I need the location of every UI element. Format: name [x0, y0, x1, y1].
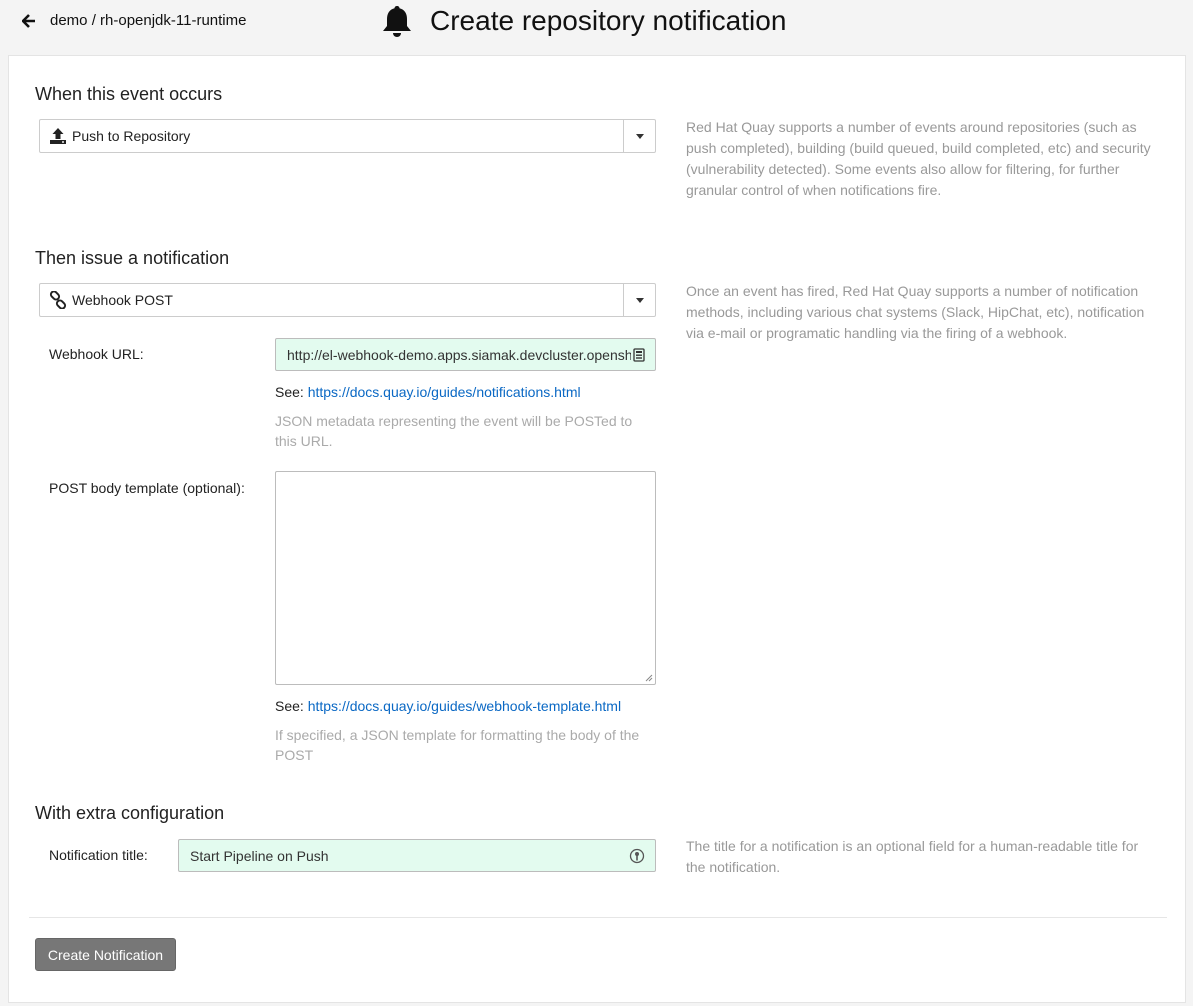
form-divider — [29, 917, 1167, 918]
notification-title-input[interactable]: Start Pipeline on Push — [178, 839, 656, 872]
webhook-hint: JSON metadata representing the event wil… — [275, 413, 633, 449]
method-section-title: Then issue a notification — [35, 248, 230, 268]
body-template-label: POST body template (optional): — [49, 480, 245, 496]
back-link[interactable]: demo / rh-openjdk-11-runtime — [22, 12, 246, 29]
event-help-text: Red Hat Quay supports a number of events… — [686, 119, 1151, 198]
notification-form: When this event occurs Push to Repositor… — [8, 55, 1186, 1003]
create-notification-button[interactable]: Create Notification — [35, 938, 176, 971]
upload-icon — [48, 126, 68, 146]
config-section-title: With extra configuration — [35, 803, 225, 823]
method-select[interactable]: Webhook POST — [39, 283, 656, 317]
body-template-textarea[interactable] — [275, 471, 656, 685]
resize-handle-icon[interactable] — [645, 674, 653, 682]
arrow-left-icon — [22, 13, 35, 28]
method-help-text: Once an event has fired, Red Hat Quay su… — [686, 283, 1145, 341]
webhook-docs-link[interactable]: https://docs.quay.io/guides/notification… — [308, 384, 581, 400]
page-header: demo / rh-openjdk-11-runtime Create repo… — [0, 0, 1193, 48]
template-docs-line: See: https://docs.quay.io/guides/webhook… — [275, 698, 621, 714]
event-select[interactable]: Push to Repository — [39, 119, 656, 153]
see-label: See: — [275, 384, 304, 400]
webhook-url-value: http://el-webhook-demo.apps.siamak.devcl… — [287, 346, 631, 363]
event-section-title: When this event occurs — [35, 84, 223, 104]
notification-title-value: Start Pipeline on Push — [190, 847, 329, 864]
breadcrumb: demo / rh-openjdk-11-runtime — [50, 12, 247, 29]
webhook-docs-line: See: https://docs.quay.io/guides/notific… — [275, 384, 581, 400]
webhook-url-input[interactable]: http://el-webhook-demo.apps.siamak.devcl… — [275, 338, 656, 371]
template-hint: If specified, a JSON template for format… — [275, 727, 640, 763]
event-select-value: Push to Repository — [72, 128, 191, 144]
method-select-value: Webhook POST — [72, 292, 173, 308]
template-docs-link[interactable]: https://docs.quay.io/guides/webhook-temp… — [308, 698, 621, 714]
see-label: See: — [275, 698, 304, 714]
chevron-down-icon[interactable] — [623, 120, 655, 152]
password-manager-icon[interactable] — [633, 347, 645, 362]
page-title: Create repository notification — [382, 4, 786, 38]
notification-title-label: Notification title: — [49, 847, 148, 863]
chevron-down-icon[interactable] — [623, 284, 655, 316]
webhook-url-label: Webhook URL: — [49, 346, 144, 362]
config-help-text: The title for a notification is an optio… — [686, 838, 1139, 875]
link-icon — [48, 290, 68, 310]
autofill-key-icon[interactable] — [629, 848, 645, 864]
bell-icon — [383, 6, 411, 37]
